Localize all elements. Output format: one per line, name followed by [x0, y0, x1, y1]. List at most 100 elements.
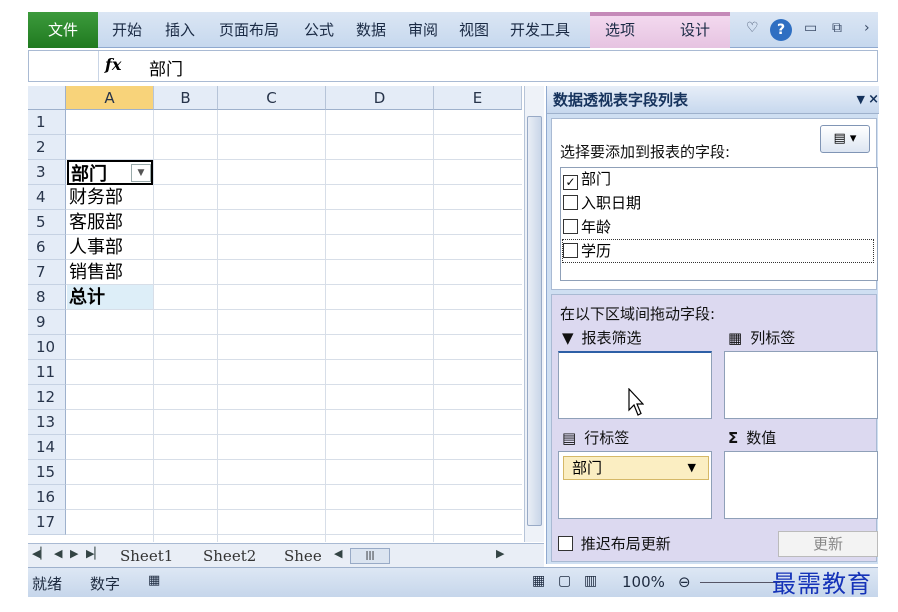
checkbox-icon[interactable] [563, 195, 578, 210]
tab-design[interactable]: 设计 [680, 12, 710, 48]
row-header[interactable]: 14 [28, 435, 66, 460]
row-header[interactable]: 9 [28, 310, 66, 335]
restore-icon[interactable]: ⧉ [832, 20, 842, 36]
help-icon[interactable]: ? [770, 19, 792, 41]
sheet-tab-sheet1[interactable]: Sheet1 [120, 546, 173, 566]
zoom-level[interactable]: 100% [622, 573, 665, 591]
tab-formulas[interactable]: 公式 [304, 12, 334, 48]
row-header[interactable]: 6 [28, 235, 66, 260]
zoom-out-icon[interactable]: ⊖ [678, 573, 691, 591]
prev-sheet-icon[interactable]: ◀ [54, 547, 62, 560]
row-field-chip[interactable]: 部门 ▼ [563, 456, 709, 480]
pane-title: 数据透视表字段列表 ▼ × [547, 86, 879, 114]
pivot-total-cell[interactable]: 总计 [67, 285, 153, 310]
checkbox-icon[interactable] [563, 243, 578, 258]
field-item-age[interactable]: 年龄 [563, 216, 611, 238]
checkbox-icon[interactable] [558, 536, 573, 551]
row-header[interactable]: 12 [28, 385, 66, 410]
pivot-row-cell[interactable]: 销售部 [67, 260, 153, 285]
row-header[interactable]: 4 [28, 185, 66, 210]
tab-view[interactable]: 视图 [459, 12, 489, 48]
field-item-department[interactable]: ✓ 部门 [563, 168, 611, 190]
values-drop-area[interactable] [724, 451, 878, 519]
tab-review[interactable]: 审阅 [408, 12, 438, 48]
column-header-b[interactable]: B [154, 86, 218, 110]
first-sheet-icon[interactable]: ◀▏ [32, 547, 49, 560]
row-header[interactable]: 8 [28, 285, 66, 310]
tab-file[interactable]: 文件 [28, 12, 98, 48]
ribbon-collapse-icon[interactable]: ♡ [746, 20, 759, 36]
choose-fields-label: 选择要添加到报表的字段: [560, 143, 731, 161]
row-header[interactable]: 13 [28, 410, 66, 435]
scroll-left-icon[interactable]: ◀ [334, 547, 342, 560]
zoom-slider[interactable] [700, 582, 780, 583]
pivot-field-list-pane: 数据透视表字段列表 ▼ × ▤ ▾ 选择要添加到报表的字段: ✓ 部门 入职日期 … [546, 86, 879, 564]
minimize-icon[interactable]: ▭ [804, 20, 817, 36]
row-header[interactable]: 3 [28, 160, 66, 185]
fx-icon[interactable]: fx [105, 55, 121, 74]
vertical-scroll-thumb[interactable] [527, 116, 542, 526]
mouse-cursor-icon [628, 388, 644, 416]
pane-close-icon[interactable]: × [868, 86, 879, 114]
page-break-view-icon[interactable]: ▥ [584, 573, 597, 589]
row-header[interactable]: 1 [28, 110, 66, 135]
formula-input[interactable]: 部门 [149, 55, 183, 80]
field-item-education[interactable]: 学历 [562, 239, 874, 263]
tab-insert[interactable]: 插入 [165, 12, 195, 48]
scroll-right-icon[interactable]: ▶ [496, 547, 504, 560]
values-area-header: Σ 数值 [728, 427, 776, 448]
defer-layout-update[interactable]: 推迟布局更新 [558, 533, 671, 554]
row-area-label: 行标签 [584, 429, 630, 447]
column-labels-drop-area[interactable] [724, 351, 878, 419]
worksheet-grid[interactable]: A B C D E 1 2 3 4 5 6 7 8 9 10 11 12 13 … [28, 86, 522, 542]
vertical-scrollbar[interactable] [524, 86, 544, 542]
sheet-tab-sheet3[interactable]: Shee [284, 546, 322, 566]
field-layout-button[interactable]: ▤ ▾ [820, 125, 870, 153]
sheet-tab-sheet2[interactable]: Sheet2 [203, 546, 256, 566]
field-label: 年龄 [581, 218, 612, 236]
field-item-hire-date[interactable]: 入职日期 [563, 192, 641, 214]
row-header[interactable]: 2 [28, 135, 66, 160]
watermark-logo: 最需教育 [772, 570, 872, 598]
name-box[interactable] [29, 51, 99, 81]
checkbox-icon[interactable] [563, 219, 578, 234]
page-layout-view-icon[interactable]: ▢ [558, 573, 571, 589]
row-header[interactable]: 7 [28, 260, 66, 285]
field-label: 学历 [581, 242, 612, 260]
column-area-header: ▦ 列标签 [728, 327, 795, 348]
close-icon[interactable]: › [864, 20, 870, 36]
pivot-row-cell[interactable]: 人事部 [67, 235, 153, 260]
checked-checkbox-icon[interactable]: ✓ [563, 175, 578, 190]
column-header-d[interactable]: D [326, 86, 434, 110]
field-list[interactable]: ✓ 部门 入职日期 年龄 学历 [560, 167, 878, 281]
filter-dropdown-icon[interactable]: ▼ [131, 164, 151, 182]
row-header[interactable]: 10 [28, 335, 66, 360]
update-button[interactable]: 更新 [778, 531, 878, 557]
tab-home[interactable]: 开始 [112, 12, 142, 48]
macro-record-icon[interactable]: ▦ [148, 573, 160, 588]
tab-page-layout[interactable]: 页面布局 [219, 12, 279, 48]
last-sheet-icon[interactable]: ▶▏ [86, 547, 103, 560]
tab-options[interactable]: 选项 [605, 12, 635, 48]
row-header[interactable]: 15 [28, 460, 66, 485]
column-header-c[interactable]: C [218, 86, 326, 110]
pane-menu-icon[interactable]: ▼ [857, 86, 865, 114]
row-header[interactable]: 5 [28, 210, 66, 235]
next-sheet-icon[interactable]: ▶ [70, 547, 78, 560]
status-bar: 就绪 数字 ▦ ▦ ▢ ▥ 100% ⊖ [28, 567, 878, 597]
row-labels-drop-area[interactable]: 部门 ▼ [558, 451, 712, 519]
row-header[interactable]: 16 [28, 485, 66, 510]
row-header[interactable]: 11 [28, 360, 66, 385]
column-header-a[interactable]: A [66, 86, 154, 110]
chevron-down-icon[interactable]: ▼ [688, 457, 696, 479]
tab-data[interactable]: 数据 [356, 12, 386, 48]
horizontal-scroll-thumb[interactable]: ||| [350, 548, 390, 564]
status-ready: 就绪 [32, 575, 63, 593]
pivot-row-cell[interactable]: 客服部 [67, 210, 153, 235]
column-header-e[interactable]: E [434, 86, 522, 110]
row-header[interactable]: 17 [28, 510, 66, 535]
normal-view-icon[interactable]: ▦ [532, 573, 545, 589]
tab-developer[interactable]: 开发工具 [510, 12, 570, 48]
pivot-row-cell[interactable]: 财务部 [67, 185, 153, 210]
select-all-corner[interactable] [28, 86, 66, 110]
